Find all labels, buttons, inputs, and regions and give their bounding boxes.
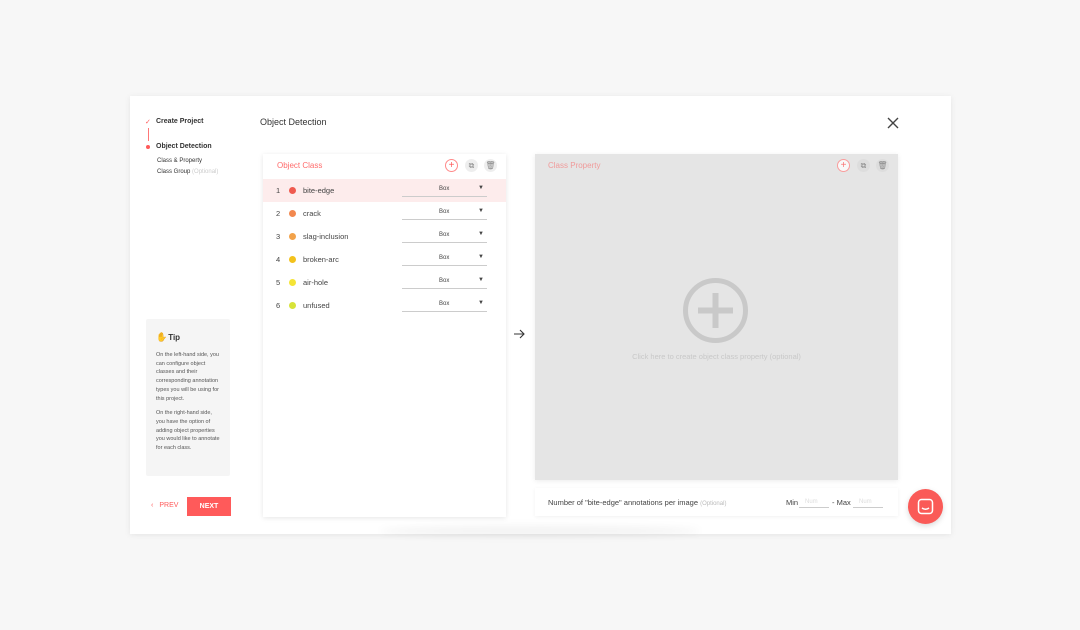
modal-shadow — [380, 526, 700, 536]
annotation-type-value: Box — [439, 186, 450, 192]
check-icon: ✓ — [145, 119, 151, 126]
row-number: 1 — [276, 186, 281, 195]
annotation-type-select[interactable]: Box ▼ — [402, 230, 487, 243]
chevron-left-icon: ‹ — [151, 502, 154, 509]
chat-icon — [917, 498, 934, 515]
delete-class-button[interactable]: 🗑 — [484, 159, 497, 172]
class-color-dot — [289, 233, 296, 240]
row-number: 3 — [276, 232, 281, 241]
caret-down-icon: ▼ — [478, 277, 484, 283]
row-number: 4 — [276, 255, 281, 264]
max-input[interactable]: Num — [853, 497, 883, 508]
tip-title-text: Tip — [168, 333, 181, 342]
class-color-dot — [289, 256, 296, 263]
arrow-right-icon — [514, 329, 525, 339]
class-name: crack — [303, 209, 321, 218]
caret-down-icon: ▼ — [478, 208, 484, 214]
tip-title: ✋ Tip — [156, 332, 220, 343]
class-row-5[interactable]: 5 air-hole Box ▼ — [263, 271, 506, 294]
row-number: 6 — [276, 301, 281, 310]
class-row-3[interactable]: 3 slag-inclusion Box ▼ — [263, 225, 506, 248]
class-color-dot — [289, 302, 296, 309]
annotation-type-value: Box — [439, 301, 450, 307]
step-connector — [148, 128, 149, 141]
annotation-type-value: Box — [439, 232, 450, 238]
plus-icon: + — [840, 159, 847, 171]
add-property-button[interactable]: + — [837, 159, 850, 172]
row-number: 5 — [276, 278, 281, 287]
class-property-title: Class Property — [548, 161, 601, 170]
class-row-2[interactable]: 2 crack Box ▼ — [263, 202, 506, 225]
caret-down-icon: ▼ — [478, 254, 484, 260]
trash-icon: 🗑 — [485, 161, 496, 170]
class-name: bite-edge — [303, 186, 335, 195]
class-name: broken-arc — [303, 255, 339, 264]
class-row-6[interactable]: 6 unfused Box ▼ — [263, 294, 506, 317]
step-create-project[interactable]: Create Project — [156, 118, 203, 125]
waving-hand-icon: ✋ — [156, 332, 168, 342]
tip-paragraph-right: On the right-hand side, you have the opt… — [156, 410, 220, 452]
min-input[interactable]: Num — [799, 497, 829, 508]
substep-class-group-label: Class Group — [157, 169, 191, 175]
class-name: slag-inclusion — [303, 232, 349, 241]
delete-property-button[interactable]: 🗑 — [876, 159, 889, 172]
max-label: - Max — [832, 498, 851, 507]
caret-down-icon: ▼ — [478, 231, 484, 237]
prev-button[interactable]: ‹ PREV — [151, 502, 178, 509]
class-color-dot — [289, 279, 296, 286]
chat-button[interactable] — [908, 489, 943, 524]
annotation-count-label: Number of "bite-edge" annotations per im… — [548, 498, 726, 507]
annotation-type-select[interactable]: Box ▼ — [402, 299, 487, 312]
annotation-type-select[interactable]: Box ▼ — [402, 253, 487, 266]
substep-class-group[interactable]: Class Group (Optional) — [157, 169, 218, 175]
tip-paragraph-left: On the left-hand side, you can configure… — [156, 352, 219, 402]
substep-class-property[interactable]: Class & Property — [157, 158, 202, 164]
caret-down-icon: ▼ — [478, 300, 484, 306]
object-class-title: Object Class — [277, 161, 323, 170]
add-class-button[interactable]: + — [445, 159, 458, 172]
copy-property-button[interactable]: ⧉ — [857, 159, 870, 172]
caret-down-icon: ▼ — [478, 185, 484, 191]
annotation-type-value: Box — [439, 255, 450, 261]
row-number: 2 — [276, 209, 281, 218]
class-row-4[interactable]: 4 broken-arc Box ▼ — [263, 248, 506, 271]
next-button[interactable]: NEXT — [187, 497, 231, 516]
annotation-type-select[interactable]: Box ▼ — [402, 184, 487, 197]
class-color-dot — [289, 187, 296, 194]
optional-label: (Optional) — [700, 501, 727, 507]
current-step-dot — [146, 145, 150, 149]
class-name: unfused — [303, 301, 330, 310]
annotation-type-select[interactable]: Box ▼ — [402, 276, 487, 289]
add-circle-icon[interactable] — [682, 277, 749, 344]
annotation-type-value: Box — [439, 278, 450, 284]
step-object-detection[interactable]: Object Detection — [156, 143, 212, 150]
page-title: Object Detection — [260, 117, 327, 127]
annotation-type-select[interactable]: Box ▼ — [402, 207, 487, 220]
copy-icon: ⧉ — [468, 160, 475, 170]
annotation-count-text: Number of "bite-edge" annotations per im… — [548, 498, 698, 507]
prev-label: PREV — [159, 502, 179, 509]
tip-box: ✋ Tip On the left-hand side, you can con… — [146, 319, 230, 476]
substep-optional-label: (Optional) — [192, 169, 219, 175]
plus-icon: + — [448, 159, 455, 171]
create-property-hint[interactable]: Click here to create object class proper… — [540, 352, 893, 361]
annotation-type-value: Box — [439, 209, 450, 215]
close-icon[interactable] — [885, 115, 901, 131]
class-color-dot — [289, 210, 296, 217]
copy-icon: ⧉ — [860, 160, 867, 170]
trash-icon: 🗑 — [877, 161, 888, 170]
class-row-1[interactable]: 1 bite-edge Box ▼ — [263, 179, 506, 202]
class-name: air-hole — [303, 278, 329, 287]
copy-class-button[interactable]: ⧉ — [465, 159, 478, 172]
min-label: Min — [786, 498, 799, 507]
